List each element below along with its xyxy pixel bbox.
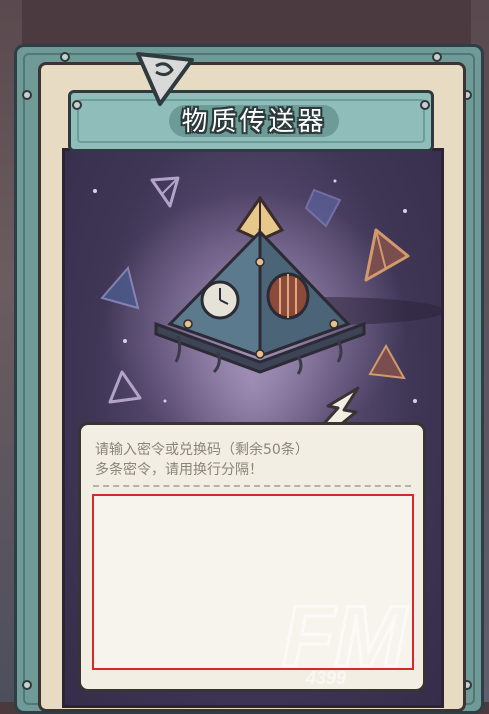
title-banner: 物质传送器 bbox=[68, 90, 434, 152]
watermark-sub: 4399 bbox=[305, 668, 346, 688]
hint-text-line1: 请输入密令或兑换码（剩余50条） bbox=[95, 442, 309, 458]
pyramid-teleporter-icon[interactable] bbox=[148, 196, 374, 386]
watermark-logo: FM 4399 bbox=[281, 588, 411, 688]
background-top bbox=[0, 0, 489, 50]
crystal-icon bbox=[100, 265, 140, 310]
rivet-icon bbox=[22, 680, 32, 690]
crystal-icon bbox=[108, 370, 142, 404]
hint-text-line2: 多条密令，请用换行分隔！ bbox=[95, 462, 263, 478]
rivet-icon bbox=[60, 52, 70, 62]
rivet-icon bbox=[432, 52, 442, 62]
divider bbox=[93, 485, 411, 487]
rivet-icon bbox=[22, 90, 32, 100]
dialog-title: 物质传送器 bbox=[181, 107, 327, 137]
